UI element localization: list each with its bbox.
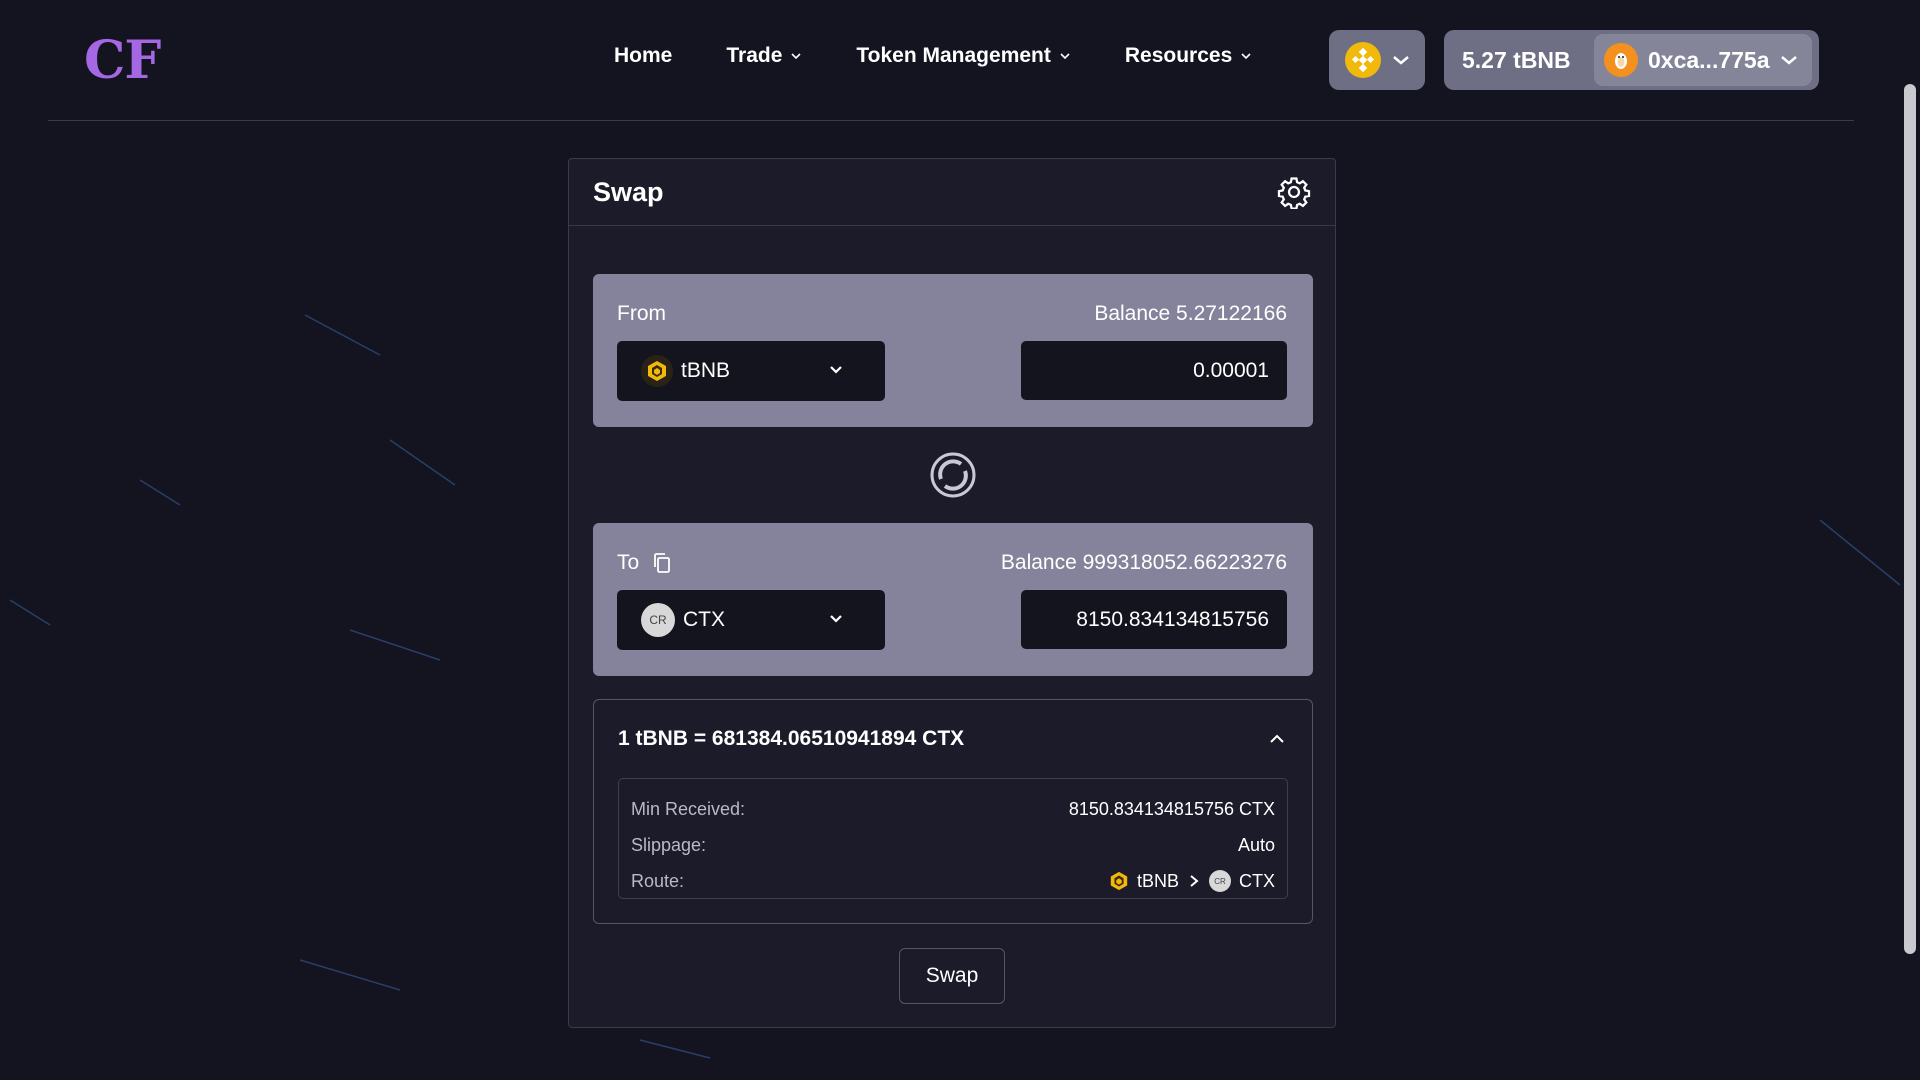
slippage-value: Auto: [1237, 834, 1275, 855]
from-balance: Balance 5.27122166: [1094, 302, 1287, 325]
to-token-symbol: CTX: [683, 608, 725, 631]
nav-trade-label: Trade: [726, 44, 783, 67]
chevron-down-icon: [830, 366, 842, 374]
scrollbar-thumb[interactable]: [1904, 84, 1916, 954]
nav-trade[interactable]: Trade: [726, 44, 802, 68]
to-panel: To Balance 999318052.66223276 CR CTX: [593, 523, 1313, 676]
ctx-token-icon: CR: [641, 603, 675, 637]
wallet-address: 0xca...775a: [1648, 46, 1770, 73]
from-panel: From Balance 5.27122166 tBNB: [593, 274, 1313, 427]
chevron-down-icon: [791, 53, 801, 60]
swap-direction-icon[interactable]: [927, 449, 979, 501]
chevron-right-icon: [1190, 875, 1199, 887]
min-received-value: 8150.834134815756 CTX: [1068, 798, 1275, 819]
from-amount-input[interactable]: [1021, 341, 1287, 400]
account-menu[interactable]: 0xca...775a: [1594, 34, 1812, 86]
scrollbar[interactable]: [1902, 0, 1920, 1080]
to-label-group: To: [617, 551, 673, 575]
route-row: Route: tBNB CR CTX: [631, 863, 1275, 899]
penguin-icon: [1615, 53, 1627, 69]
bnb-chain-icon: [1345, 42, 1381, 78]
swap-card: Swap From Balance 5.27122166 tBNB 0.0000…: [568, 158, 1336, 1028]
route-to-token: CTX: [1239, 870, 1275, 891]
min-received-label: Min Received:: [631, 798, 746, 819]
chevron-down-icon: [1780, 56, 1797, 65]
network-selector-button[interactable]: [1329, 30, 1425, 90]
gear-icon[interactable]: [1277, 175, 1311, 209]
bnb-token-icon: [1110, 871, 1128, 891]
to-label: To: [617, 551, 640, 574]
app-logo[interactable]: CF: [84, 30, 161, 91]
to-amount-input[interactable]: [1021, 590, 1287, 649]
chevron-down-icon: [1393, 56, 1409, 65]
slippage-label: Slippage:: [631, 834, 707, 855]
chevron-up-icon[interactable]: [1268, 730, 1286, 748]
from-token-symbol: tBNB: [681, 359, 731, 382]
wallet-balance: 5.27 tBNB: [1462, 46, 1571, 73]
exchange-rate: 1 tBNB = 681384.06510941894 CTX: [618, 727, 965, 750]
nav-token-management-label: Token Management: [856, 44, 1051, 67]
slippage-row: Slippage: Auto: [631, 827, 1275, 863]
min-received-row: Min Received: 8150.834134815756 CTX: [631, 791, 1275, 827]
chevron-down-icon: [1060, 53, 1070, 60]
from-label: From: [617, 302, 666, 325]
swap-info-box: Min Received: 8150.834134815756 CTX Slip…: [618, 778, 1288, 899]
nav-token-management[interactable]: Token Management: [856, 44, 1070, 68]
to-balance: Balance 999318052.66223276: [1000, 551, 1287, 574]
nav-resources[interactable]: Resources: [1125, 44, 1252, 68]
route-from-token: tBNB: [1136, 870, 1179, 891]
swap-details: 1 tBNB = 681384.06510941894 CTX Min Rece…: [593, 699, 1313, 924]
nav-resources-label: Resources: [1124, 44, 1233, 67]
route-path: tBNB CR CTX: [1109, 870, 1275, 892]
nav-home-label: Home: [614, 44, 673, 67]
page-title: Swap: [593, 176, 664, 207]
to-token-select[interactable]: CR CTX: [617, 590, 885, 650]
bnb-token-icon: [641, 355, 673, 387]
nav-home[interactable]: Home: [614, 44, 672, 68]
chevron-down-icon: [1241, 53, 1251, 60]
top-nav-bar: CF Home Trade Token Management Resources: [48, 0, 1854, 121]
from-token-select[interactable]: tBNB: [617, 341, 885, 401]
swap-card-header: Swap: [569, 159, 1335, 226]
route-label: Route:: [631, 870, 685, 891]
ctx-token-icon: CR: [1209, 870, 1231, 892]
avatar: [1604, 43, 1638, 77]
copy-icon[interactable]: [651, 552, 673, 574]
wallet-button[interactable]: 5.27 tBNB 0xca...775a: [1444, 30, 1819, 90]
swap-button[interactable]: Swap: [899, 948, 1005, 1004]
main-nav: Home Trade Token Management Resources: [614, 44, 1252, 68]
chevron-down-icon: [830, 615, 842, 623]
